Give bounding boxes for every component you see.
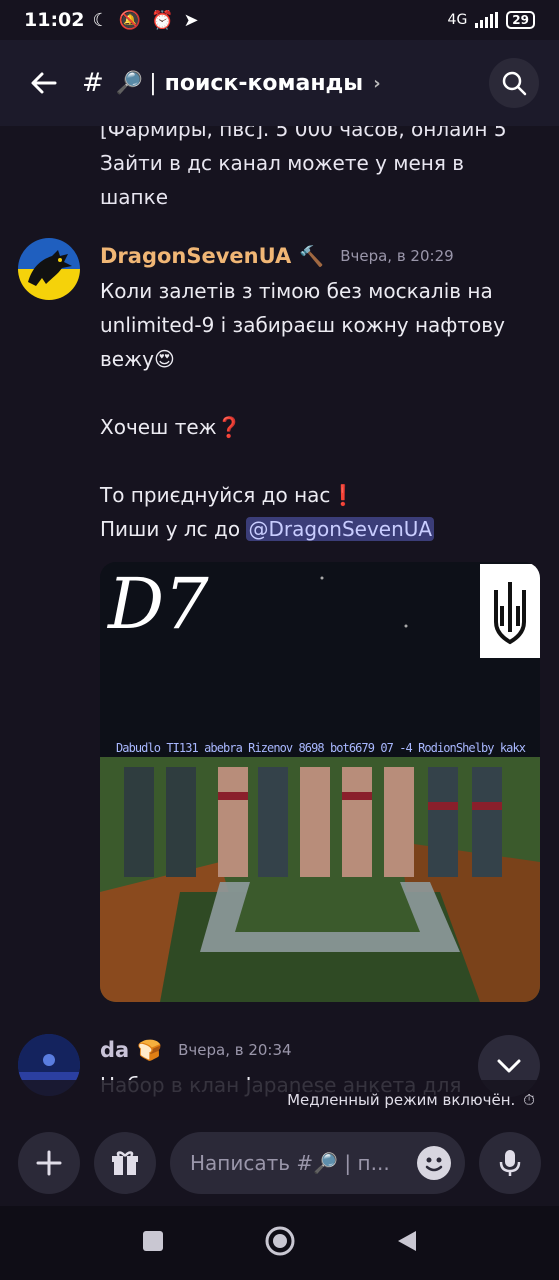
moon-icon: ☾ <box>92 9 109 31</box>
message-feed[interactable]: [Фармиры, пвс]. 5 000 часов, онлайн 5 За… <box>0 126 559 1116</box>
arrow-left-icon <box>31 72 57 94</box>
next-message-header: da 🍞 Вчера, в 20:34 <box>100 1038 292 1062</box>
chevron-right-icon: › <box>373 72 381 94</box>
minecraft-screenshot: D7 Dabudlo TI131 abebra Rizenov 8698 bot… <box>100 562 540 1002</box>
nametags-text: Dabudlo TI131 abebra Rizenov 8698 bot667… <box>116 741 526 755</box>
message-header: DragonSevenUA 🔨 Вчера, в 20:29 <box>100 244 454 268</box>
magnifier-emoji: 🔎 <box>115 70 144 96</box>
chevron-down-icon <box>497 1059 521 1073</box>
triangle-back-icon <box>397 1231 416 1251</box>
signal-icon <box>475 12 499 28</box>
message-text: Пиши у лс до <box>100 517 247 541</box>
title-separator: | <box>149 70 157 96</box>
message-text: Хочеш теж <box>100 415 217 439</box>
message-line: Коли залетів з тімою без москалів на <box>100 279 493 303</box>
battery-icon: 29 <box>506 11 535 29</box>
previous-message-cut-line: [Фармиры, пвс]. 5 000 часов, онлайн 5 <box>100 126 507 141</box>
voice-message-button[interactable] <box>479 1132 541 1194</box>
microphone-icon <box>499 1150 521 1176</box>
message-line-3: вежу😍 <box>100 342 540 376</box>
heart-eyes-emoji: 😍 <box>153 347 175 371</box>
channel-title[interactable]: # 🔎 | поиск-команды › <box>82 68 381 98</box>
alarm-icon: ⏰ <box>151 9 174 31</box>
exclamation-emoji: ❗ <box>330 483 356 507</box>
telegram-icon: ➤ <box>183 9 199 31</box>
previous-message-line: шапке <box>100 185 169 209</box>
nav-back-button[interactable] <box>396 1229 418 1257</box>
message-line-6: Пиши у лс до @DragonSevenUA <box>100 512 540 546</box>
gift-icon <box>112 1151 138 1175</box>
author-name[interactable]: da <box>100 1038 129 1062</box>
dragon-avatar-icon <box>18 238 80 300</box>
message-composer: Написать #🔎 | п... <box>0 1120 559 1206</box>
square-icon <box>142 1231 163 1251</box>
d7-logo: D7 <box>106 563 209 645</box>
question-emoji: ❓ <box>216 415 242 439</box>
status-bar: 11:02 ☾ 🔕 ⏰ ➤ 4G 29 <box>0 0 559 40</box>
system-navigation-bar <box>0 1206 559 1280</box>
hammer-icon: 🔨 <box>299 244 325 268</box>
emoji-icon[interactable] <box>417 1146 451 1180</box>
recents-button[interactable] <box>142 1230 164 1256</box>
previous-message: [Фармиры, пвс]. 5 000 часов, онлайн 5 За… <box>100 126 520 214</box>
search-button[interactable] <box>489 58 539 108</box>
gift-button[interactable] <box>94 1132 156 1194</box>
user-mention[interactable]: @DragonSevenUA <box>246 517 435 541</box>
message-text: То приєднуйся до нас <box>100 483 331 507</box>
channel-hash-icon: # <box>82 68 104 98</box>
channel-header: # 🔎 | поиск-команды › <box>0 40 559 126</box>
home-button[interactable] <box>264 1225 296 1261</box>
timer-icon: ⏱ <box>523 1091 535 1109</box>
message-timestamp: Вчера, в 20:34 <box>178 1041 292 1059</box>
add-attachment-button[interactable] <box>18 1132 80 1194</box>
channel-name: поиск-команды <box>164 70 364 96</box>
plus-icon <box>36 1150 62 1176</box>
slow-mode-text: Медленный режим включён. <box>287 1091 516 1109</box>
message-line-4: Хочеш теж❓ <box>100 410 540 444</box>
image-attachment[interactable]: D7 Dabudlo TI131 abebra Rizenov 8698 bot… <box>100 562 540 1002</box>
message-timestamp: Вчера, в 20:29 <box>340 247 454 265</box>
message-line-5: То приєднуйся до нас❗ <box>100 478 540 512</box>
author-name[interactable]: DragonSevenUA <box>100 244 291 268</box>
message-body: Коли залетів з тімою без москалів на unl… <box>100 274 540 546</box>
back-button[interactable] <box>20 59 68 107</box>
home-circle-icon <box>265 1226 294 1256</box>
search-icon <box>502 71 527 96</box>
message-input[interactable]: Написать #🔎 | п... <box>170 1132 465 1194</box>
message-input-placeholder: Написать #🔎 | п... <box>190 1151 390 1175</box>
previous-message-line: Зайти в дс канал можете у меня в <box>100 151 465 175</box>
avatar[interactable] <box>18 238 80 300</box>
mute-icon: 🔕 <box>118 9 142 31</box>
slow-mode-notice: Медленный режим включён. ⏱ <box>0 1080 559 1120</box>
message-line: unlimited-9 і забираєш кожну нафтову <box>100 313 505 337</box>
bread-icon: 🍞 <box>137 1038 163 1062</box>
message-text: вежу <box>100 347 154 371</box>
network-label: 4G <box>447 12 468 28</box>
status-time: 11:02 <box>24 9 85 31</box>
